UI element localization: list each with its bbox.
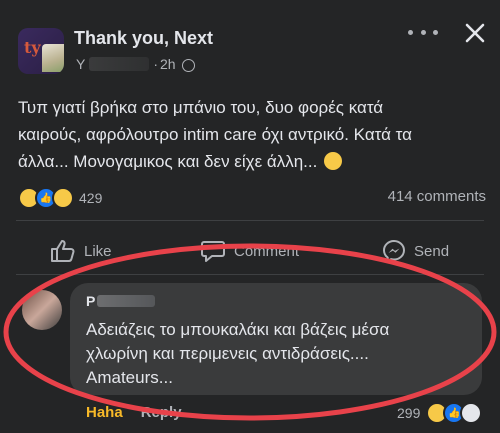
reaction-count: 429	[79, 190, 103, 206]
send-label: Send	[414, 242, 450, 260]
sad-reaction-icon	[52, 187, 74, 209]
comment-text-line: Αδειάζεις το μπουκαλάκι και βάζεις μέσα	[86, 320, 390, 339]
like-button[interactable]: Like	[50, 233, 112, 269]
author-name[interactable]: Υ	[76, 56, 85, 72]
group-name[interactable]: Thank you, Next	[74, 28, 213, 49]
comments-count[interactable]: 414 comments	[388, 188, 486, 205]
commenter-name-redacted	[97, 295, 156, 307]
send-button[interactable]: Send	[382, 233, 449, 269]
comment-button[interactable]: Comment	[200, 233, 299, 269]
comment-text-line: χλωρίνη και περιμενεις αντιδράσεις....	[86, 344, 369, 363]
commenter-avatar[interactable]	[22, 290, 62, 330]
audience-globe-icon	[181, 58, 195, 72]
post-time[interactable]: 2h	[160, 56, 176, 72]
commenter-name[interactable]: P	[86, 293, 156, 309]
group-avatar-photo	[42, 44, 64, 72]
haha-reaction-link[interactable]: Haha	[86, 404, 123, 421]
laughing-emoji-icon	[324, 152, 343, 170]
post-text-line: άλλα... Μονογαμικος και δεν είχε άλλη...	[18, 148, 488, 175]
like-label: Like	[84, 242, 112, 260]
divider	[16, 274, 484, 275]
messenger-icon	[382, 239, 406, 263]
thumbs-up-icon	[50, 239, 76, 263]
comment-reaction-count: 299	[397, 405, 421, 421]
group-logo-mark: ty	[24, 38, 41, 57]
divider	[16, 220, 484, 221]
comment-text-line: Amateurs...	[86, 368, 173, 387]
post-text-line: Τυπ γιατί βρήκα στο μπάνιο του, δυο φορέ…	[18, 98, 384, 117]
comment-text: Αδειάζεις το μπουκαλάκι και βάζεις μέσα …	[86, 318, 476, 390]
comment-bubble-icon	[200, 239, 226, 263]
comment-actions: Haha Reply	[86, 404, 182, 421]
comment-reactions[interactable]: 299 👍	[397, 402, 483, 424]
post-text-line: καιρούς, αφρόλουτρο intim care όχι αντρι…	[18, 125, 412, 144]
more-options-icon[interactable]	[408, 22, 438, 42]
reply-link[interactable]: Reply	[141, 404, 182, 421]
love-reaction-icon	[460, 402, 483, 424]
author-name-redacted	[89, 57, 150, 71]
comment-label: Comment	[234, 242, 300, 260]
reactions-summary[interactable]: 👍 429	[18, 187, 102, 209]
group-avatar[interactable]: ty	[18, 28, 64, 74]
close-icon[interactable]	[464, 22, 486, 44]
time-separator: ·	[153, 56, 159, 72]
post-text: Τυπ γιατί βρήκα στο μπάνιο του, δυο φορέ…	[18, 94, 488, 175]
post-meta: Υ · 2h	[76, 56, 195, 72]
